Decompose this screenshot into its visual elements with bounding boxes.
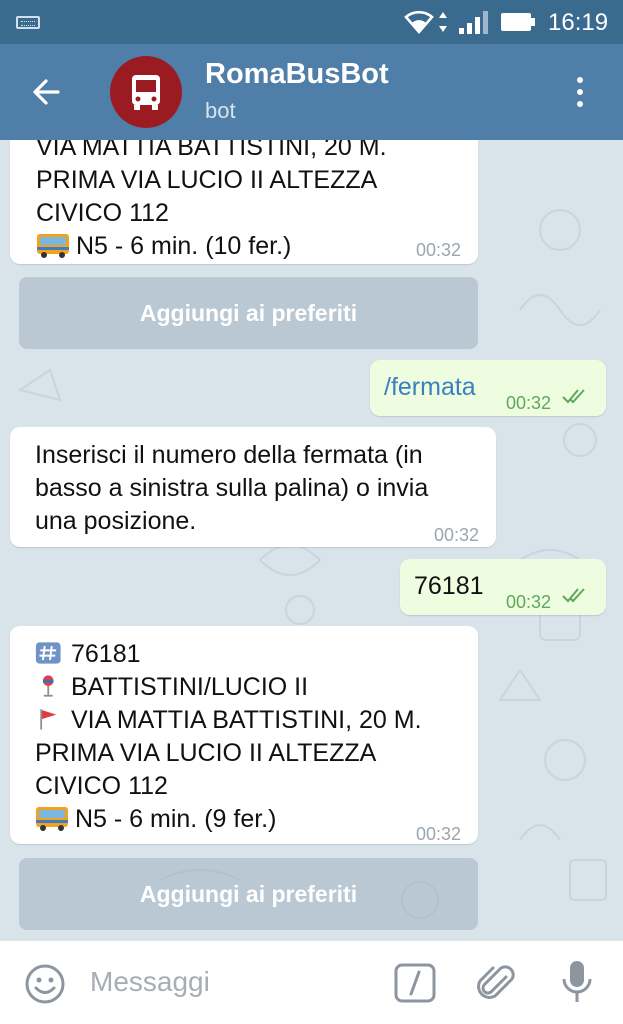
message-line: PRIMA VIA LUCIO II ALTEZZA (35, 739, 377, 767)
bus-stop-icon (42, 675, 54, 697)
add-favorites-button[interactable]: Aggiungi ai preferiti (19, 858, 478, 930)
signal-icon (459, 11, 488, 34)
keyboard-icon (16, 16, 40, 29)
more-vert-icon[interactable] (570, 74, 590, 110)
chat-subtitle: bot (205, 98, 236, 123)
stop-address: VIA MATTIA BATTISTINI, 20 M. (71, 706, 422, 734)
message-text: 76181 (414, 572, 484, 600)
keycap-hash-icon (35, 642, 61, 664)
status-bar: 16:19 (0, 0, 623, 44)
bus-front-icon (37, 234, 69, 258)
battery-icon (501, 13, 535, 31)
add-favorites-button[interactable]: Aggiungi ai preferiti (19, 277, 478, 349)
message-line: CIVICO 112 (36, 199, 169, 227)
incoming-message[interactable]: 76181 BATTISTINI/LUCIO II VIA MATTIA BAT… (10, 626, 478, 844)
status-time: 16:19 (548, 9, 609, 36)
outgoing-message[interactable]: /fermata 00:32 (370, 360, 606, 416)
slash-command-icon[interactable] (394, 963, 436, 1003)
outgoing-message[interactable]: 76181 00:32 (400, 559, 606, 615)
message-time: 00:32 (506, 393, 552, 413)
message-text: /fermata (384, 373, 476, 401)
double-check-icon (562, 588, 585, 603)
message-time: 00:32 (434, 525, 480, 545)
avatar[interactable] (110, 56, 182, 128)
message-time: 00:32 (416, 240, 462, 260)
smile-icon[interactable] (24, 963, 66, 1005)
bus-front-icon (36, 807, 68, 831)
message-line: basso a sinistra sulla palina) o invia (35, 474, 429, 502)
message-input[interactable]: Messaggi (90, 966, 210, 998)
message-line: PRIMA VIA LUCIO II ALTEZZA (36, 166, 378, 194)
stop-name: BATTISTINI/LUCIO II (71, 673, 309, 701)
message-time: 00:32 (416, 824, 462, 844)
bus-arrival: N5 - 6 min. (10 fer.) (76, 232, 292, 260)
paperclip-icon[interactable] (476, 961, 516, 1005)
message-line: una posizione. (35, 507, 197, 535)
message-list[interactable]: VIA MATTIA BATTISTINI, 20 M. PRIMA VIA L… (0, 140, 623, 940)
bus-icon (132, 75, 160, 110)
bus-arrival: N5 - 6 min. (9 fer.) (75, 805, 277, 833)
data-arrows-icon (439, 12, 447, 32)
incoming-message[interactable]: VIA MATTIA BATTISTINI, 20 M. PRIMA VIA L… (10, 140, 478, 264)
message-composer: Messaggi (0, 940, 623, 1024)
message-line: VIA MATTIA BATTISTINI, 20 M. (36, 140, 387, 161)
incoming-message[interactable]: Inserisci il numero della fermata (in ba… (10, 427, 496, 547)
wifi-icon (404, 10, 434, 34)
message-time: 00:32 (506, 592, 552, 612)
red-flag-icon (40, 709, 57, 730)
chat-title[interactable]: RomaBusBot (205, 58, 389, 91)
message-line: CIVICO 112 (35, 772, 168, 800)
double-check-icon (562, 389, 585, 404)
message-line: Inserisci il numero della fermata (in (35, 441, 423, 469)
chat-header: RomaBusBot bot (0, 44, 623, 140)
arrow-left-icon[interactable] (28, 74, 64, 110)
stop-number: 76181 (71, 640, 141, 668)
microphone-icon[interactable] (560, 959, 594, 1005)
